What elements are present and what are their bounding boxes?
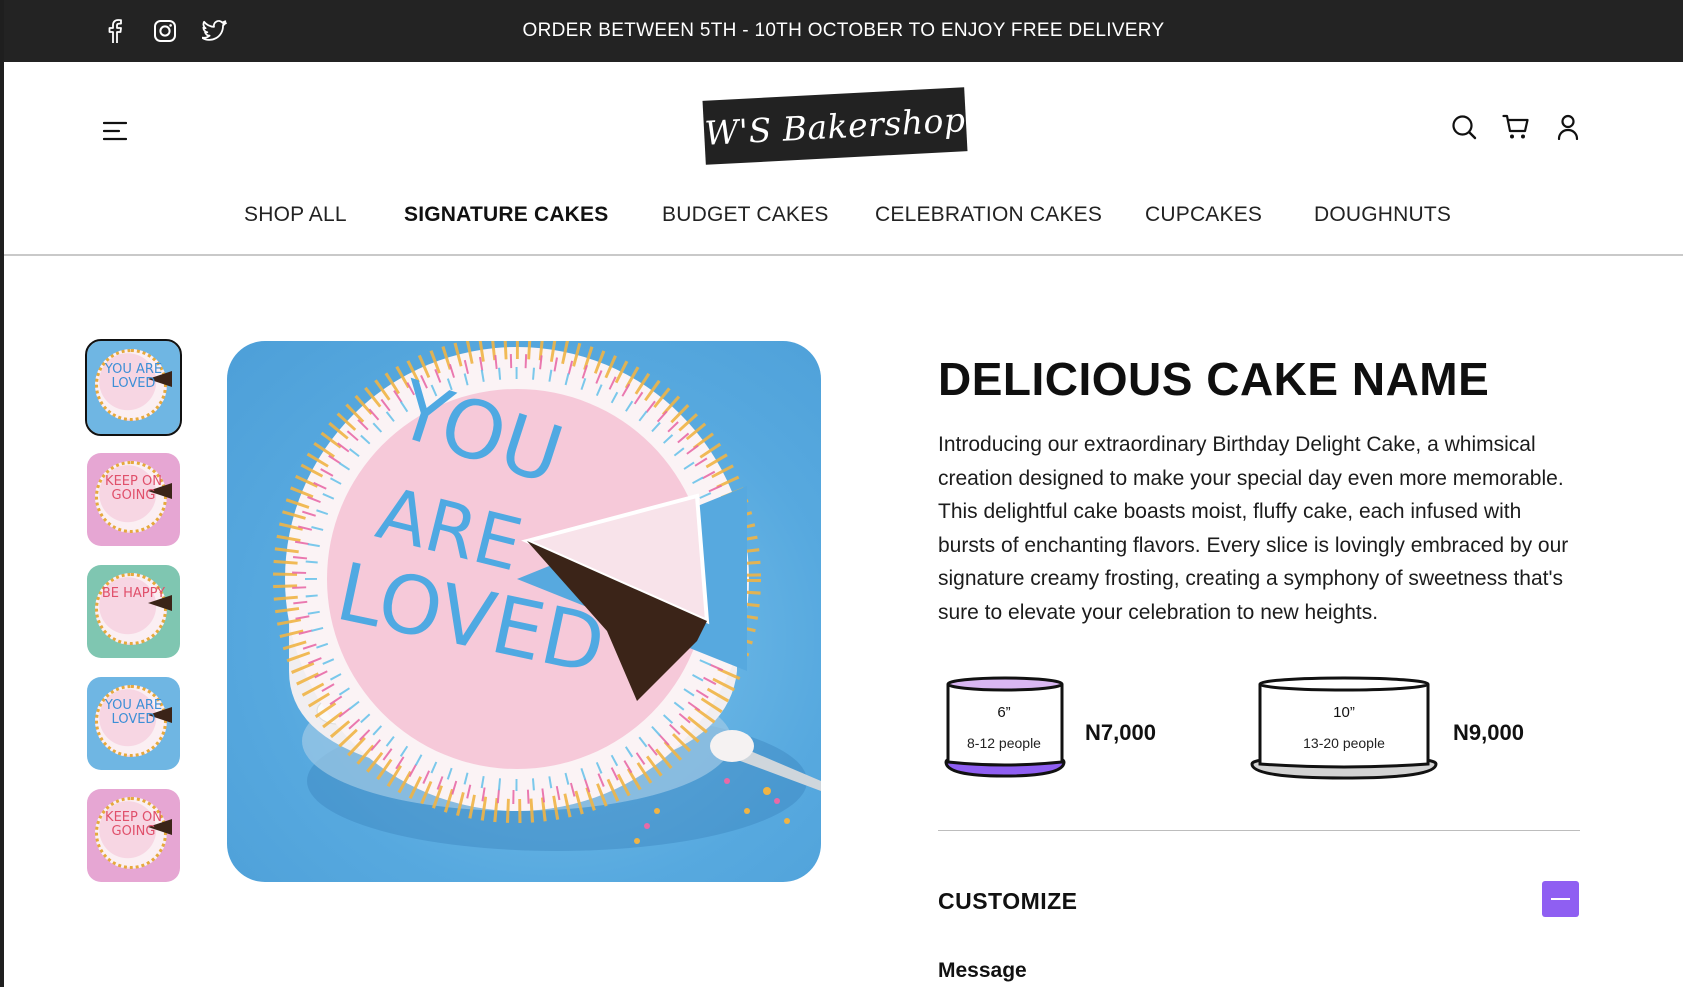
nav-celebration-cakes[interactable]: CELEBRATION CAKES — [875, 203, 1102, 227]
size-option-10-inch[interactable]: 10” 13-20 people — [1246, 672, 1442, 782]
cart-icon[interactable] — [1501, 112, 1531, 142]
cake-size-10-icon — [1250, 676, 1438, 780]
thumbnail-caption: YOU ARE LOVED — [104, 362, 163, 391]
nav-shop-all[interactable]: SHOP ALL — [244, 203, 347, 227]
product-hero-image: YOU ARE LOVED — [227, 341, 821, 882]
gallery-thumbnails: YOU ARE LOVED KEEP ON GOING BE HAPPY YOU… — [85, 339, 182, 882]
logo-text: W'S Bakershop — [703, 99, 967, 153]
thumbnail-cake-image — [95, 573, 167, 645]
product-description: Introducing our extraordinary Birthday D… — [938, 428, 1580, 629]
customize-heading: CUSTOMIZE — [938, 888, 1078, 914]
message-label: Message — [938, 959, 1027, 982]
size-inch-label: 10” — [1333, 704, 1355, 721]
thumbnail-caption: YOU ARE LOVED — [104, 698, 163, 727]
thumbnail-you-are-loved-2[interactable]: YOU ARE LOVED — [87, 677, 180, 770]
description-line: Introducing our extraordinary Birthday D… — [938, 433, 1536, 456]
minus-icon — [1551, 898, 1570, 900]
product-title: DELICIOUS CAKE NAME — [938, 353, 1490, 405]
thumbnail-you-are-loved[interactable]: YOU ARE LOVED — [85, 339, 182, 436]
thumbnail-caption: KEEP ON GOING — [105, 810, 162, 839]
size-option-6-inch[interactable]: 6” 8-12 people — [938, 672, 1070, 782]
description-line: signature creamy frosting, creating a sy… — [938, 567, 1563, 590]
hamburger-menu-icon[interactable] — [100, 116, 130, 146]
search-icon[interactable] — [1449, 112, 1479, 142]
thumbnail-caption: BE HAPPY — [101, 586, 166, 601]
user-icon[interactable] — [1553, 112, 1583, 142]
cake-size-6-icon — [944, 676, 1066, 778]
nav-cupcakes[interactable]: CUPCAKES — [1145, 203, 1262, 227]
size-people-label: 8-12 people — [967, 735, 1041, 751]
site-header: W'S Bakershop SHOP ALL SIGNATURE CAKES B… — [4, 62, 1683, 256]
description-line: This delightful cake boasts moist, fluff… — [938, 500, 1522, 523]
thumbnail-be-happy[interactable]: BE HAPPY — [87, 565, 180, 658]
section-divider — [938, 830, 1580, 831]
site-logo[interactable]: W'S Bakershop — [702, 87, 968, 165]
header-actions — [1449, 112, 1583, 142]
nav-budget-cakes[interactable]: BUDGET CAKES — [662, 203, 829, 227]
thumbnail-keep-on-going[interactable]: KEEP ON GOING — [87, 453, 180, 546]
customize-collapse-button[interactable] — [1542, 881, 1579, 917]
product-details: DELICIOUS CAKE NAME Introducing our extr… — [938, 352, 1580, 629]
category-nav: SHOP ALL SIGNATURE CAKES BUDGET CAKES CE… — [4, 203, 1683, 243]
thumbnail-keep-on-going-2[interactable]: KEEP ON GOING — [87, 789, 180, 882]
size-people-label: 13-20 people — [1303, 735, 1385, 751]
price-6-inch: N7,000 — [1085, 720, 1156, 745]
description-line: creation designed to make your special d… — [938, 466, 1564, 490]
nav-doughnuts[interactable]: DOUGHNUTS — [1314, 203, 1451, 227]
size-inch-label: 6” — [997, 704, 1011, 721]
description-line: bursts of enchanting flavors. Every slic… — [938, 533, 1569, 557]
thumbnail-caption: KEEP ON GOING — [105, 474, 162, 503]
announcement-text: ORDER BETWEEN 5TH - 10TH OCTOBER TO ENJO… — [522, 20, 1165, 41]
announcement-bar: ORDER BETWEEN 5TH - 10TH OCTOBER TO ENJO… — [4, 0, 1683, 62]
nav-signature-cakes[interactable]: SIGNATURE CAKES — [404, 203, 608, 227]
price-10-inch: N9,000 — [1453, 720, 1524, 745]
description-line: sure to elevate your celebration to new … — [938, 600, 1379, 624]
size-options: 6” 8-12 people N7,000 10” 13-20 people N… — [938, 672, 1580, 792]
